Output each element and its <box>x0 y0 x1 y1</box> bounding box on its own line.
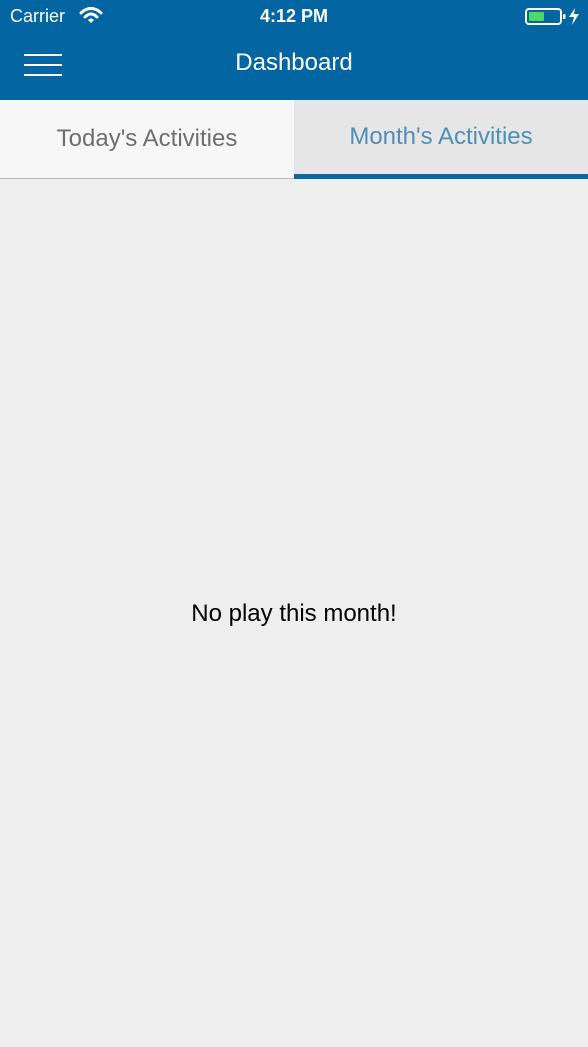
tab-months-activities[interactable]: Month's Activities <box>294 100 588 179</box>
tab-todays-activities-label: Today's Activities <box>56 125 238 152</box>
app-header: Carrier 4:12 PM Dashboard <box>0 0 588 100</box>
navigation-bar: Dashboard <box>0 34 588 100</box>
activity-content-area: No play this month! <box>0 179 588 1047</box>
empty-state-message: No play this month! <box>191 600 397 627</box>
battery-charging-icon <box>525 8 579 25</box>
status-time: 4:12 PM <box>259 6 329 26</box>
activity-tabs: Today's Activities Month's Activities <box>0 100 588 179</box>
tab-months-activities-label: Month's Activities <box>349 123 533 150</box>
page-title: Dashboard <box>235 49 353 76</box>
status-bar: Carrier 4:12 PM <box>0 0 588 34</box>
tab-todays-activities[interactable]: Today's Activities <box>0 100 294 179</box>
